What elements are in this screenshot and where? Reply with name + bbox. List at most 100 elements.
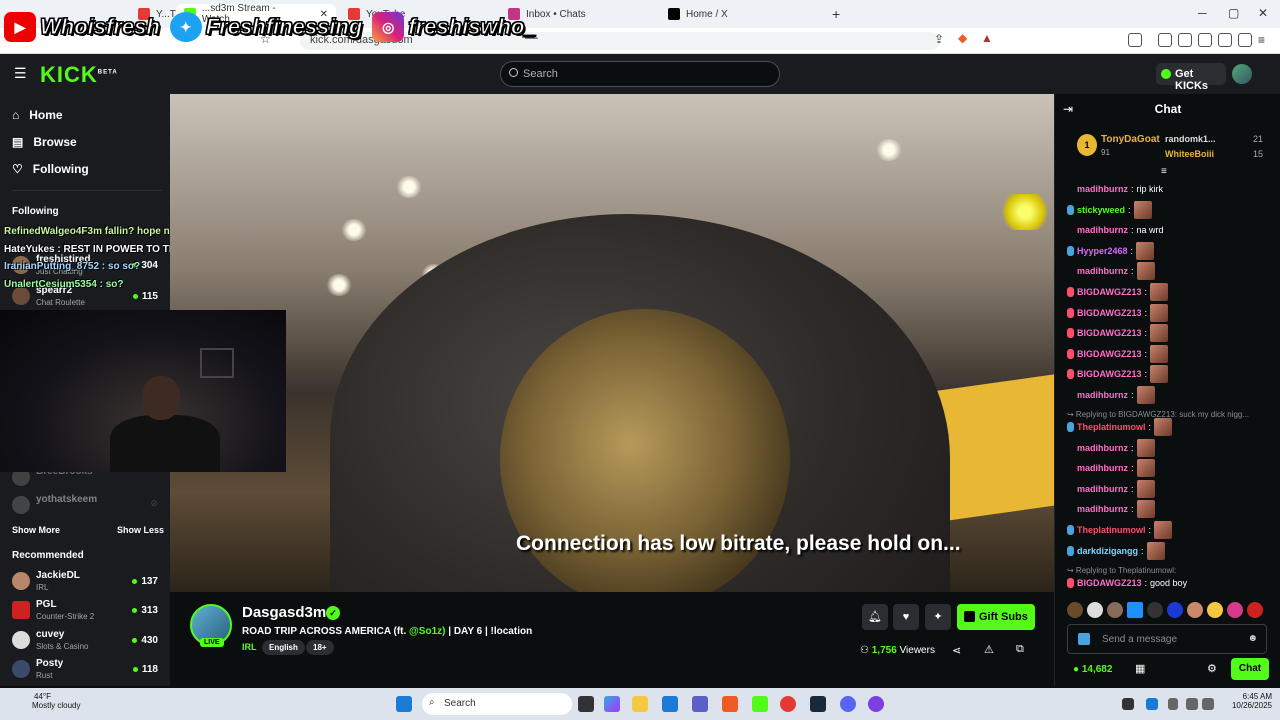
music-icon[interactable]	[1158, 33, 1172, 47]
tray-icon[interactable]	[1146, 698, 1158, 710]
chat-username[interactable]: madihburnz	[1077, 390, 1128, 400]
chat-username[interactable]: madihburnz	[1077, 443, 1128, 453]
emote-icon[interactable]	[1154, 521, 1173, 539]
minimize-button[interactable]: ─	[1198, 6, 1207, 20]
tag[interactable]: 18+	[306, 640, 334, 655]
app-icon[interactable]	[868, 696, 884, 712]
show-less-button[interactable]: Show Less	[117, 525, 164, 535]
recommended-channel[interactable]: cuvey Slots & Casino 430	[12, 627, 162, 655]
recommended-channel[interactable]: PGL Counter-Strike 2 313	[12, 597, 162, 625]
emote-icon[interactable]	[1167, 602, 1183, 618]
emote-icon[interactable]	[1150, 365, 1169, 384]
user-avatar[interactable]	[1232, 64, 1252, 84]
emote-icon[interactable]	[1136, 262, 1155, 281]
following-channel-offline[interactable]: yothatskeem ⊘	[12, 492, 162, 520]
vpn-icon[interactable]	[1238, 33, 1252, 47]
emoji-picker-icon[interactable]: ☻	[1247, 633, 1258, 644]
kick-app-icon[interactable]	[752, 696, 768, 712]
stream-category[interactable]: IRL	[242, 642, 257, 652]
leaderboard-top-user[interactable]: TonyDaGoat	[1101, 134, 1160, 145]
notification-bell-icon[interactable]: 🔔︎	[862, 604, 888, 630]
streamer-name[interactable]: Dasgasd3m	[242, 604, 326, 621]
nav-home[interactable]: ⌂ Home	[12, 108, 63, 122]
tray-icon[interactable]	[1122, 698, 1134, 710]
close-window-button[interactable]: ✕	[1258, 6, 1268, 20]
weather-widget[interactable]: 44°F Mostly cloudy	[14, 692, 80, 710]
emote-icon[interactable]	[1136, 500, 1155, 519]
taskbar-search[interactable]: ⌕ Search	[422, 693, 572, 715]
microphone-icon[interactable]	[1168, 698, 1178, 710]
store-icon[interactable]: ▦	[1135, 662, 1145, 675]
follow-heart-icon[interactable]: ♥	[893, 604, 919, 630]
store-icon[interactable]	[662, 696, 678, 712]
emote-icon[interactable]	[1136, 479, 1155, 498]
hamburger-menu-icon[interactable]: ☰	[14, 65, 27, 82]
chat-username[interactable]: BIGDAWGZ213	[1077, 287, 1142, 297]
teams-icon[interactable]	[692, 696, 708, 712]
menu-icon[interactable]: ≡	[1258, 33, 1272, 47]
emote-icon[interactable]	[1207, 602, 1223, 618]
discord-icon[interactable]	[840, 696, 856, 712]
wifi-icon[interactable]	[1186, 698, 1198, 710]
chat-username[interactable]: BIGDAWGZ213	[1077, 349, 1142, 359]
settings-gear-icon[interactable]: ⚙	[1207, 662, 1217, 675]
chat-username[interactable]: darkdizigangg	[1077, 546, 1138, 556]
chat-username[interactable]: Theplatinumowl	[1077, 525, 1146, 535]
chat-username[interactable]: madihburnz	[1077, 484, 1128, 494]
leaderboard-user[interactable]: randomk1...	[1165, 134, 1216, 144]
maximize-button[interactable]: ▢	[1228, 6, 1239, 20]
emote-icon[interactable]	[1136, 459, 1155, 478]
windows-start-icon[interactable]	[396, 696, 412, 712]
emote-icon[interactable]	[1107, 602, 1123, 618]
chat-username[interactable]: madihburnz	[1077, 225, 1128, 235]
nav-browse[interactable]: ▤ Browse	[12, 135, 77, 149]
file-explorer-icon[interactable]	[632, 696, 648, 712]
emote-icon[interactable]	[1150, 283, 1169, 301]
recommended-channel[interactable]: JackieDL IRL 137	[12, 568, 162, 596]
browser-tab[interactable]: Home / X	[660, 4, 736, 24]
leaderboard-user[interactable]: WhiteeBoiii	[1165, 149, 1214, 159]
search-input[interactable]: Search	[500, 61, 780, 87]
task-view-icon[interactable]	[578, 696, 594, 712]
volume-icon[interactable]	[1202, 698, 1214, 710]
chat-username[interactable]: madihburnz	[1077, 504, 1128, 514]
emote-icon[interactable]	[1133, 200, 1152, 219]
chat-username[interactable]: BIGDAWGZ213	[1077, 369, 1142, 379]
emote-icon[interactable]	[1136, 241, 1155, 260]
chat-username[interactable]: Theplatinumowl	[1077, 422, 1146, 432]
video-player[interactable]: Connection has low bitrate, please hold …	[170, 94, 1054, 592]
emote-icon[interactable]	[1136, 386, 1155, 404]
chat-username[interactable]: BIGDAWGZ213	[1077, 308, 1142, 318]
emote-icon[interactable]	[1150, 344, 1169, 363]
kick-emote-icon[interactable]	[1078, 633, 1090, 645]
kick-logo[interactable]: KICKBETA	[40, 62, 118, 88]
share-icon[interactable]: ⇪	[934, 32, 944, 46]
emote-icon[interactable]	[1150, 303, 1169, 322]
report-icon[interactable]: ⚠	[984, 643, 994, 656]
ai-icon[interactable]	[1218, 33, 1232, 47]
copilot-icon[interactable]	[604, 696, 620, 712]
emote-icon[interactable]	[1136, 438, 1155, 457]
steam-icon[interactable]	[810, 696, 826, 712]
tag[interactable]: English	[262, 640, 305, 655]
emote-icon[interactable]	[1067, 602, 1083, 618]
chat-username[interactable]: BIGDAWGZ213	[1077, 328, 1142, 338]
nav-following[interactable]: ♡ Following	[12, 162, 89, 176]
emote-icon[interactable]	[1127, 602, 1143, 618]
recommended-channel[interactable]: Posty Rust 118	[12, 656, 162, 684]
share-icon[interactable]: ⋖	[952, 644, 961, 657]
emote-icon[interactable]	[1154, 418, 1173, 436]
chat-username[interactable]: Hyyper2468	[1077, 246, 1128, 256]
wallet-icon[interactable]	[1198, 33, 1212, 47]
emote-icon[interactable]	[1247, 602, 1263, 618]
brave-shield-icon[interactable]: ◆	[958, 31, 967, 45]
send-chat-button[interactable]: Chat	[1231, 658, 1269, 680]
clock[interactable]: 6:45 AM 10/26/2025	[1218, 692, 1272, 710]
emote-icon[interactable]	[1146, 541, 1165, 560]
sidebar-toggle-icon[interactable]	[1128, 33, 1142, 47]
chrome-icon[interactable]	[780, 696, 796, 712]
expand-leaderboard-icon[interactable]: ≡	[1161, 166, 1167, 177]
emote-icon[interactable]	[1147, 602, 1163, 618]
clip-icon[interactable]: ⧉	[1016, 643, 1024, 656]
emote-icon[interactable]	[1187, 602, 1203, 618]
